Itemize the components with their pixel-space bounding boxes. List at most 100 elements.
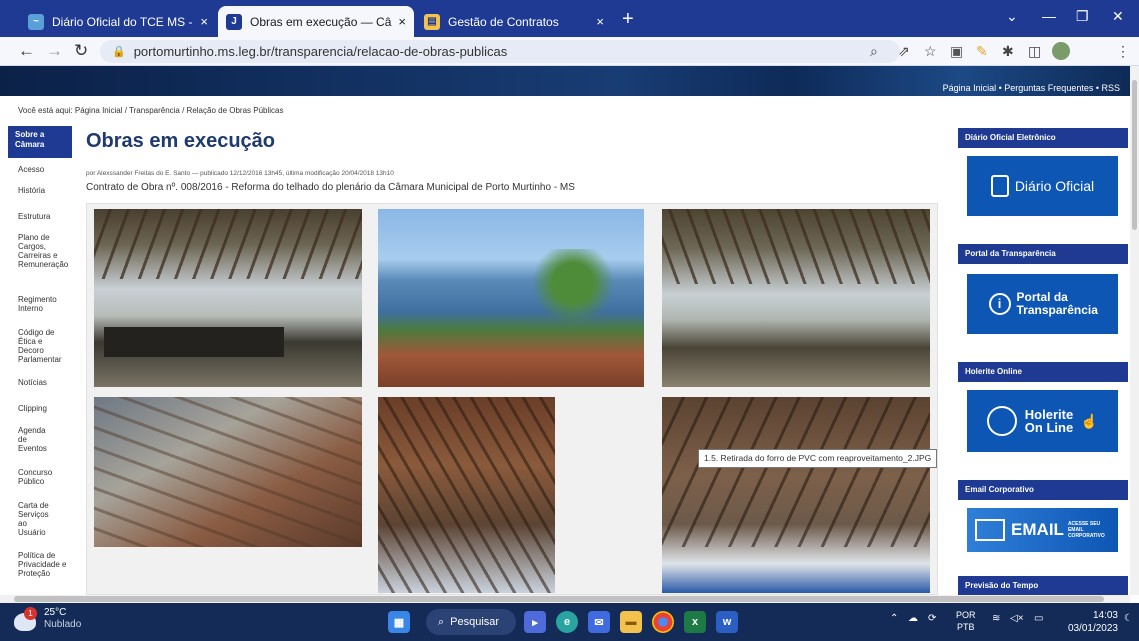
file-explorer-icon[interactable]: ▬ <box>620 611 642 633</box>
info-icon: i <box>988 293 1011 315</box>
nav-item-acesso[interactable]: Acesso <box>8 165 72 174</box>
nav-item-historia[interactable]: História <box>8 186 72 195</box>
close-window-button[interactable]: ✕ <box>1112 8 1124 25</box>
url-text: portomurtinho.ms.leg.br/transparencia/re… <box>133 44 508 59</box>
touch-hand-icon: ☝ <box>1080 412 1099 429</box>
widget-heading-tempo: Previsão do Tempo <box>958 576 1128 596</box>
document-icon <box>990 175 1009 197</box>
diario-oficial-button[interactable]: Diário Oficial <box>967 156 1118 216</box>
volume-icon[interactable]: ◁× <box>1010 613 1024 624</box>
email-corporativo-button[interactable]: EMAIL ACESSE SEU EMAIL CORPORATIVO <box>967 508 1118 552</box>
cloud-tray-icon[interactable]: ☁ <box>908 613 918 624</box>
tray-chevron-icon[interactable]: ⌃ <box>890 613 898 624</box>
holerite-online-button[interactable]: Holerite On Line ☝ <box>967 390 1118 452</box>
weather-temp: 25°C <box>44 607 67 618</box>
extension-icon[interactable]: ✎ <box>976 42 988 60</box>
tab-diario-oficial[interactable]: ~ Diário Oficial do TCE MS - TCE-M × <box>20 6 216 37</box>
restore-button[interactable]: ❐ <box>1076 8 1089 25</box>
photo-gallery <box>86 203 938 595</box>
photo-ceiling-close-1[interactable] <box>94 397 362 547</box>
language-code: POR <box>956 610 976 620</box>
contract-subtitle: Contrato de Obra nº. 008/2016 - Reforma … <box>86 182 575 193</box>
edge-icon[interactable]: e <box>556 611 578 633</box>
browser-toolbar: ← → ↻ 🔒 portomurtinho.ms.leg.br/transpar… <box>0 37 1139 66</box>
holerite-icon <box>986 406 1017 436</box>
reload-icon[interactable]: ↻ <box>74 41 88 61</box>
search-label: Pesquisar <box>450 616 500 628</box>
diario-oficial-label: Diário Oficial <box>1014 178 1095 194</box>
back-arrow-icon[interactable]: ← <box>18 41 35 61</box>
camara-favicon-icon: J <box>226 13 242 30</box>
photo-roof-interior-1[interactable] <box>94 209 362 387</box>
nav-item-codigo-etica[interactable]: Código de Ética e Decoro Parlamentar <box>8 328 66 364</box>
vertical-scrollbar[interactable] <box>1130 66 1139 595</box>
close-icon[interactable]: × <box>596 14 604 29</box>
close-icon[interactable]: × <box>398 14 406 29</box>
notifications-icon[interactable]: ☾ <box>1124 613 1133 624</box>
nav-item-estrutura[interactable]: Estrutura <box>8 212 72 221</box>
extension-icon[interactable]: ▣ <box>950 42 963 60</box>
share-icon[interactable]: ⇗ <box>898 42 910 60</box>
nav-item-clipping[interactable]: Clipping <box>8 404 72 413</box>
language-indicator[interactable]: POR PTB <box>956 609 976 633</box>
nav-item-politica[interactable]: Política de Privacidade e Proteção <box>8 551 68 587</box>
photo-ceiling-structure[interactable] <box>662 397 930 593</box>
widget-heading-email: Email Corporativo <box>958 480 1128 500</box>
wifi-icon[interactable]: ≋ <box>992 613 1000 624</box>
nav-item-plano-cargos[interactable]: Plano de Cargos, Carreiras e Remuneração <box>8 233 68 269</box>
nav-item-carta-servicos[interactable]: Carta de Serviços ao Usuário <box>8 501 56 537</box>
weather-widget[interactable]: 1 25°C Nublado <box>8 607 98 639</box>
nav-item-concurso[interactable]: Concurso Público <box>8 468 62 486</box>
nav-item-noticias[interactable]: Notícias <box>8 378 72 387</box>
byline: por Alexssander Freitas do E. Santo — pu… <box>86 170 394 177</box>
puzzle-icon[interactable]: ✱ <box>1002 42 1014 60</box>
nav-heading[interactable]: Sobre a Câmara <box>8 126 72 158</box>
email-label: EMAIL <box>1011 520 1064 539</box>
nav-item-regimento[interactable]: Regimento Interno <box>8 295 62 313</box>
tab-search-dropdown-icon[interactable]: ⌄ <box>1006 8 1018 25</box>
tab-obras-em-execucao[interactable]: J Obras em execução — Câmara M × <box>218 6 414 37</box>
time: 14:03 <box>1092 610 1118 621</box>
zoom-icon[interactable]: ⌕ <box>870 42 878 60</box>
scroll-thumb[interactable] <box>1132 80 1137 230</box>
menu-kebab-icon[interactable]: ⋮ <box>1116 42 1130 60</box>
clock[interactable]: 14:03 03/01/2023 <box>1058 609 1118 635</box>
word-icon[interactable]: w <box>716 611 738 633</box>
page-title: Obras em execução <box>86 130 275 152</box>
chrome-icon[interactable] <box>652 611 674 633</box>
photo-roof-exterior[interactable] <box>378 209 644 387</box>
envelope-icon <box>975 519 1006 541</box>
battery-icon[interactable]: ▭ <box>1034 613 1043 624</box>
taskbar-search[interactable]: ⌕ Pesquisar <box>426 609 516 635</box>
search-icon: ⌕ <box>438 615 445 628</box>
forward-arrow-icon[interactable]: → <box>46 41 63 61</box>
top-links[interactable]: Página Inicial • Perguntas Frequentes • … <box>0 83 1120 97</box>
side-panel-icon[interactable]: ◫ <box>1028 42 1041 60</box>
minimize-button[interactable]: — <box>1042 8 1056 24</box>
meet-icon[interactable]: ▸ <box>524 611 546 633</box>
phone-link-icon[interactable]: ⟳ <box>928 613 936 624</box>
nav-item-agenda[interactable]: Agenda de Eventos <box>8 426 48 453</box>
tab-gestao-de-contratos[interactable]: ▤ Gestão de Contratos × <box>416 6 612 37</box>
close-icon[interactable]: × <box>200 14 208 29</box>
windows-taskbar: 1 25°C Nublado ▦ ⌕ Pesquisar ▸ e ✉ ▬ x w… <box>0 603 1139 641</box>
tab-title: Diário Oficial do TCE MS - TCE-M <box>52 14 194 29</box>
widget-heading-transparencia: Portal da Transparência <box>958 244 1128 264</box>
horizontal-scrollbar[interactable] <box>0 595 1130 603</box>
tab-title: Gestão de Contratos <box>448 14 559 29</box>
document-favicon-icon: ▤ <box>424 13 440 30</box>
scroll-thumb[interactable] <box>14 596 1104 602</box>
bookmark-star-icon[interactable]: ☆ <box>924 42 937 60</box>
new-tab-button[interactable]: + <box>622 9 634 29</box>
browser-tab-bar: ~ Diário Oficial do TCE MS - TCE-M × J O… <box>0 0 1139 37</box>
windows-start-icon[interactable]: ▦ <box>388 611 410 633</box>
holerite-label: Holerite On Line <box>1024 407 1074 435</box>
photo-roof-interior-2[interactable] <box>662 209 930 387</box>
address-bar[interactable]: 🔒 portomurtinho.ms.leg.br/transparencia/… <box>100 40 900 63</box>
date: 03/01/2023 <box>1067 623 1118 634</box>
teams-icon[interactable]: ✉ <box>588 611 610 633</box>
photo-ceiling-close-2[interactable] <box>378 397 555 593</box>
excel-icon[interactable]: x <box>684 611 706 633</box>
avatar[interactable] <box>1052 42 1070 60</box>
portal-transparencia-button[interactable]: i Portal da Transparência <box>967 274 1118 334</box>
